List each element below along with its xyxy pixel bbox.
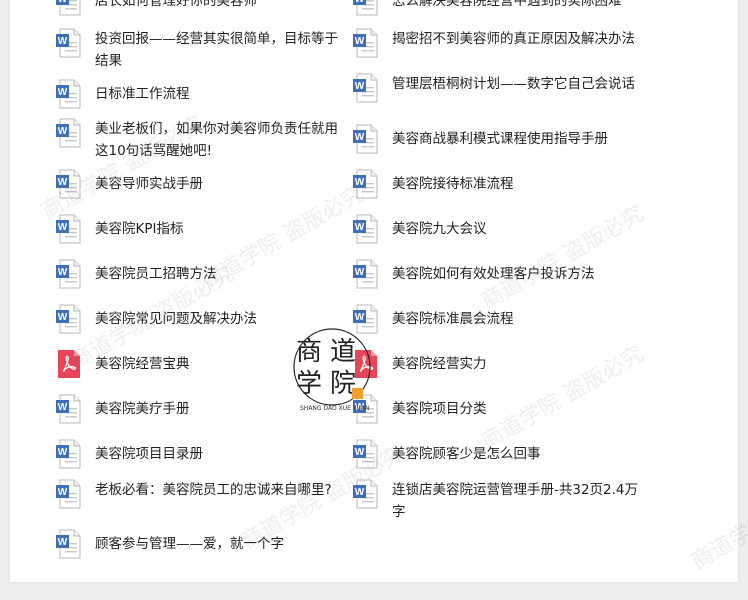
file-name: 美容导师实战手册 xyxy=(95,176,203,192)
file-name: 美容院九大会议 xyxy=(392,221,487,237)
svg-text:W: W xyxy=(355,36,365,47)
file-item[interactable]: W 美容院员工招聘方法 xyxy=(56,259,356,289)
word-doc-icon: W xyxy=(353,73,379,103)
file-item[interactable]: W 美容院项目目录册 xyxy=(56,439,356,469)
file-name: 连锁店美容院运营管理手册-共32页2.4万字 xyxy=(392,482,639,520)
svg-text:W: W xyxy=(58,267,68,278)
file-item[interactable]: W 美容商战暴利模式课程使用指导手册 xyxy=(353,124,653,154)
svg-text:W: W xyxy=(355,267,365,278)
svg-text:W: W xyxy=(355,0,365,5)
file-name: 顾客参与管理——爱，就一个字 xyxy=(95,536,284,552)
svg-text:W: W xyxy=(58,447,68,458)
file-name: 美容院如何有效处理客户投诉方法 xyxy=(392,266,595,282)
file-name: 美业老板们，如果你对美容师负责任就用这10句话骂醒她吧! xyxy=(95,121,338,159)
word-doc-icon: W xyxy=(56,394,82,424)
svg-text:W: W xyxy=(58,537,68,548)
word-doc-icon: W xyxy=(353,479,379,509)
file-name: 美容院标准晨会流程 xyxy=(392,311,514,327)
word-doc-icon: W xyxy=(56,28,82,58)
file-item[interactable]: W 老板必看：美容院员工的忠诚来自哪里? xyxy=(56,479,356,509)
file-item[interactable]: W 怎么解决美容院经营中遇到的实际困难 xyxy=(353,0,653,16)
svg-text:W: W xyxy=(355,177,365,188)
word-doc-icon: W xyxy=(353,28,379,58)
word-doc-icon: W xyxy=(56,214,82,244)
svg-text:W: W xyxy=(58,87,68,98)
file-item[interactable]: W 美容院如何有效处理客户投诉方法 xyxy=(353,259,653,289)
word-doc-icon: W xyxy=(56,79,82,109)
word-doc-icon: W xyxy=(56,304,82,334)
svg-text:W: W xyxy=(355,447,365,458)
logo-caption: SHANG DAO XUE YUAN xyxy=(300,405,369,412)
word-doc-icon: W xyxy=(56,259,82,289)
svg-text:W: W xyxy=(58,312,68,323)
file-name: 投资回报——经营其实很简单，目标等于结果 xyxy=(95,31,338,69)
svg-text:W: W xyxy=(355,487,365,498)
logo-char: 商 xyxy=(296,337,322,367)
file-item[interactable]: W 店长如何管理好你的美容师 xyxy=(56,0,356,16)
file-name: 管理层梧桐树计划——数字它自己会说话 xyxy=(392,76,635,92)
word-doc-icon: W xyxy=(56,0,82,16)
word-doc-icon: W xyxy=(56,118,82,148)
word-doc-icon: W xyxy=(56,169,82,199)
file-name: 美容院KPI指标 xyxy=(95,221,184,237)
file-name: 老板必看：美容院员工的忠诚来自哪里? xyxy=(95,482,332,498)
file-item[interactable]: W 美容导师实战手册 xyxy=(56,169,356,199)
file-name: 怎么解决美容院经营中遇到的实际困难 xyxy=(392,0,622,9)
word-doc-icon: W xyxy=(56,479,82,509)
file-name: 日标准工作流程 xyxy=(95,86,190,102)
svg-text:W: W xyxy=(58,487,68,498)
file-name: 美容院接待标准流程 xyxy=(392,176,514,192)
svg-text:W: W xyxy=(355,222,365,233)
file-item[interactable]: W 美容院九大会议 xyxy=(353,214,653,244)
svg-text:W: W xyxy=(355,81,365,92)
file-name: 美容院员工招聘方法 xyxy=(95,266,217,282)
file-name: 美容院项目分类 xyxy=(392,401,487,417)
word-doc-icon: W xyxy=(353,0,379,16)
file-item[interactable]: W 美容院接待标准流程 xyxy=(353,169,653,199)
logo-char: 学 xyxy=(296,369,322,399)
file-item[interactable]: W 揭密招不到美容师的真正原因及解决办法 xyxy=(353,28,653,58)
file-item[interactable]: W 美容院顾客少是怎么回事 xyxy=(353,439,653,469)
file-item[interactable]: W 日标准工作流程 xyxy=(56,79,356,109)
file-item[interactable]: W 管理层梧桐树计划——数字它自己会说话 xyxy=(353,73,653,103)
shangdao-logo: 商 道 学 院 SHANG DAO XUE YUAN xyxy=(282,322,382,432)
file-item[interactable]: W 美容院KPI指标 xyxy=(56,214,356,244)
svg-text:W: W xyxy=(58,0,68,5)
svg-text:W: W xyxy=(58,126,68,137)
file-item[interactable]: W 美业老板们，如果你对美容师负责任就用这10句话骂醒她吧! xyxy=(56,118,356,162)
file-name: 揭密招不到美容师的真正原因及解决办法 xyxy=(392,31,635,47)
file-item[interactable]: 美容院经营实力 xyxy=(353,349,653,379)
word-doc-icon: W xyxy=(353,169,379,199)
word-doc-icon: W xyxy=(353,439,379,469)
svg-text:W: W xyxy=(58,177,68,188)
word-doc-icon: W xyxy=(353,259,379,289)
file-name: 美容院项目目录册 xyxy=(95,446,203,462)
word-doc-icon: W xyxy=(353,214,379,244)
file-name: 美容院经营实力 xyxy=(392,356,487,372)
file-item[interactable]: W 顾客参与管理——爱，就一个字 xyxy=(56,529,356,559)
word-doc-icon: W xyxy=(56,529,82,559)
word-doc-icon: W xyxy=(353,124,379,154)
file-item[interactable]: W 连锁店美容院运营管理手册-共32页2.4万字 xyxy=(353,479,653,523)
file-item[interactable]: W 投资回报——经营其实很简单，目标等于结果 xyxy=(56,28,356,72)
logo-char: 道 xyxy=(330,337,356,367)
file-item[interactable]: W 美容院项目分类 xyxy=(353,394,653,424)
word-doc-icon: W xyxy=(56,439,82,469)
file-name: 店长如何管理好你的美容师 xyxy=(95,0,257,9)
svg-text:W: W xyxy=(58,402,68,413)
svg-text:W: W xyxy=(58,222,68,233)
pdf-file-icon xyxy=(56,349,82,379)
file-name: 美容院顾客少是怎么回事 xyxy=(392,446,541,462)
file-item[interactable]: W 美容院标准晨会流程 xyxy=(353,304,653,334)
file-name: 美容商战暴利模式课程使用指导手册 xyxy=(392,131,608,147)
svg-text:W: W xyxy=(58,36,68,47)
file-list-card: W 店长如何管理好你的美容师 W 投资回报——经营其实很简单，目标等于结果 W 日标准工作… xyxy=(10,0,738,582)
svg-text:W: W xyxy=(355,132,365,143)
